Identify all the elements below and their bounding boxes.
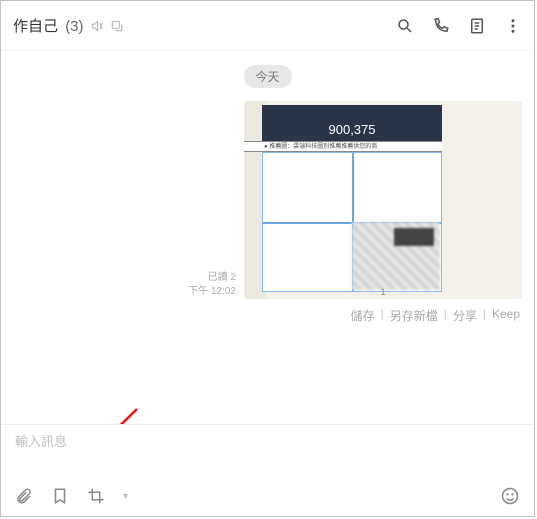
image-message[interactable]: 巧的幫手，提升使用者全方位生活體驗。 算具，或對 VLOG 中的異國特色美食好奇…: [244, 101, 522, 299]
attach-icon[interactable]: [15, 487, 33, 505]
bookmark-icon[interactable]: [51, 487, 69, 505]
message-input[interactable]: [15, 434, 520, 449]
selection-box: [262, 152, 442, 292]
notes-icon[interactable]: [468, 17, 486, 35]
action-keep[interactable]: Keep: [492, 307, 520, 324]
chat-title: 作自己 (3): [13, 15, 84, 36]
annotation-arrow: [55, 403, 145, 424]
date-separator: 今天: [243, 65, 291, 88]
message-time: 下午 12:02: [188, 285, 236, 299]
message-meta: 已讀 2 下午 12:02: [188, 271, 236, 299]
page-number: 1: [380, 287, 385, 297]
action-save-as[interactable]: 另存新檔: [390, 307, 438, 324]
action-save[interactable]: 儲存: [351, 307, 375, 324]
chat-member-count: (3): [65, 18, 83, 35]
more-icon[interactable]: [504, 17, 522, 35]
crop-capture-icon[interactable]: [87, 487, 105, 505]
message-actions: 儲存 | 另存新檔 | 分享 | Keep: [351, 307, 520, 324]
dropdown-dot-icon[interactable]: ▾: [123, 491, 128, 502]
size-readout: 900,375: [262, 117, 442, 141]
popout-icon[interactable]: [110, 19, 124, 33]
call-icon[interactable]: [432, 17, 450, 35]
read-status: 已讀 2: [188, 271, 236, 285]
action-share[interactable]: 分享: [453, 307, 477, 324]
emoji-icon[interactable]: [500, 486, 520, 506]
mute-icon[interactable]: [90, 19, 104, 33]
chat-title-text: 作自己: [13, 18, 58, 35]
search-icon[interactable]: [396, 17, 414, 35]
document-header-strip: ● 推薦圖：雲端科技圖別推薦推薦供您的商: [244, 141, 442, 152]
